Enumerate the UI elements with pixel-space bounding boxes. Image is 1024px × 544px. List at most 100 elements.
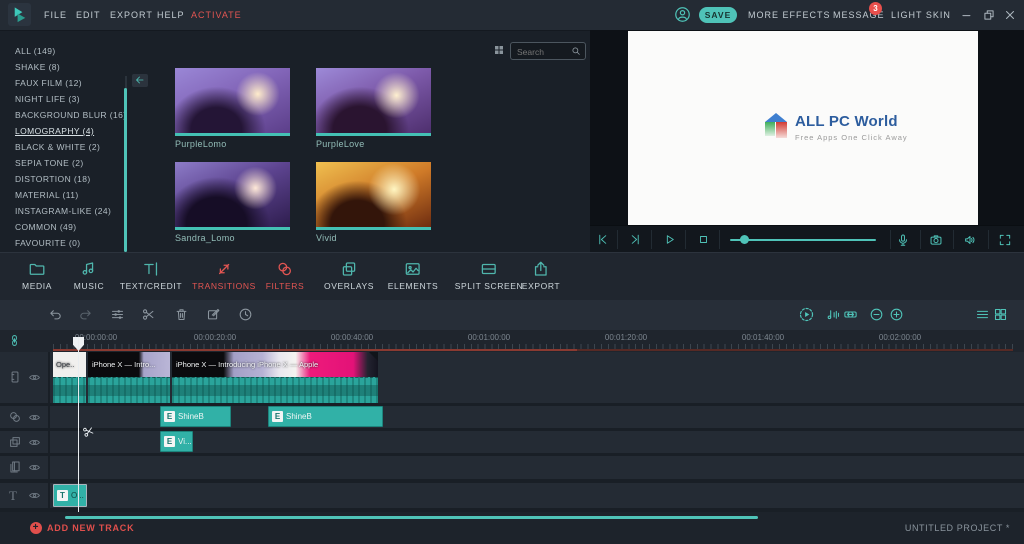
audio-mixer-button[interactable] bbox=[826, 307, 841, 322]
filter-thumbnail-purplelove[interactable] bbox=[316, 68, 431, 136]
app-logo-icon bbox=[8, 3, 31, 26]
video-track-header bbox=[0, 352, 48, 403]
play-button[interactable] bbox=[663, 233, 676, 246]
tab-filters[interactable]: FILTERS bbox=[266, 260, 305, 291]
search-box bbox=[510, 42, 586, 61]
playhead-line[interactable] bbox=[78, 337, 79, 512]
close-icon bbox=[1003, 8, 1017, 22]
export-icon bbox=[532, 260, 550, 278]
view-mode-button[interactable] bbox=[993, 307, 1008, 322]
video-clip-iphone-intro[interactable]: iPhone X — Intro... bbox=[88, 352, 170, 403]
eye-icon[interactable] bbox=[28, 411, 41, 424]
media-toolbar: MEDIA MUSIC TEXT/CREDIT TRANSITIONS FILT… bbox=[0, 252, 1024, 544]
stop-button[interactable] bbox=[697, 233, 710, 246]
filter-thumbnail-sandralomo[interactable] bbox=[175, 162, 290, 230]
edit-button[interactable] bbox=[206, 307, 221, 322]
eye-icon[interactable] bbox=[28, 461, 41, 474]
video-clip-opener[interactable]: Ope.. bbox=[53, 352, 86, 403]
save-button[interactable]: SAVE bbox=[699, 7, 737, 23]
sidebar-item-shake[interactable]: SHAKE (8) bbox=[15, 62, 60, 76]
pip-track[interactable] bbox=[50, 431, 1024, 453]
track-manager-button[interactable] bbox=[975, 307, 990, 322]
elements-track-icon bbox=[8, 460, 22, 474]
sidebar-item-instagram-like[interactable]: INSTAGRAM-LIKE (24) bbox=[15, 206, 111, 220]
minimize-button[interactable] bbox=[960, 8, 974, 22]
view-grid-button[interactable] bbox=[493, 44, 505, 56]
menu-export[interactable]: EXPORT bbox=[110, 0, 153, 30]
zoom-in-button[interactable] bbox=[889, 307, 904, 322]
menu-file[interactable]: FILE bbox=[44, 0, 67, 30]
menu-activate[interactable]: ACTIVATE bbox=[191, 0, 242, 30]
sidebar-item-all[interactable]: ALL (149) bbox=[15, 46, 56, 60]
sidebar-item-distortion[interactable]: DISTORTION (18) bbox=[15, 174, 91, 188]
elements-track[interactable] bbox=[50, 456, 1024, 479]
text-track[interactable] bbox=[50, 483, 1024, 508]
eye-icon[interactable] bbox=[28, 371, 41, 384]
filter-thumbnail-purplelomo[interactable] bbox=[175, 68, 290, 136]
sidebar-item-black-white[interactable]: BLACK & WHITE (2) bbox=[15, 142, 100, 156]
redo-button[interactable] bbox=[78, 307, 93, 322]
sidebar-item-material[interactable]: MATERIAL (11) bbox=[15, 190, 79, 204]
tab-elements[interactable]: ELEMENTS bbox=[388, 260, 439, 291]
eye-icon[interactable] bbox=[28, 489, 41, 502]
tab-music[interactable]: MUSIC bbox=[74, 260, 104, 291]
text-badge: T bbox=[57, 490, 68, 501]
undo-button[interactable] bbox=[48, 307, 63, 322]
timeline-tracks: T Ope.. iPhone X — Intro... iPhone X — I… bbox=[0, 352, 1024, 512]
effect-clip-shineb-2[interactable]: E ShineB bbox=[268, 406, 383, 427]
sidebar-item-background-blur[interactable]: BACKGROUND BLUR (16) bbox=[15, 110, 126, 124]
add-new-track-button[interactable]: + ADD NEW TRACK bbox=[30, 522, 134, 534]
record-voiceover-button[interactable] bbox=[896, 233, 910, 247]
tab-overlays[interactable]: OVERLAYS bbox=[324, 260, 374, 291]
seek-slider-thumb[interactable] bbox=[740, 235, 749, 244]
tab-transitions[interactable]: TRANSITIONS bbox=[192, 260, 256, 291]
sidebar-item-common[interactable]: COMMON (49) bbox=[15, 222, 77, 236]
tab-export[interactable]: EXPORT bbox=[522, 260, 560, 291]
preview-panel: ALL PC World Free Apps One Click Away bbox=[590, 30, 1024, 225]
play-icon bbox=[663, 233, 676, 246]
filter-thumbnail-vivid[interactable] bbox=[316, 162, 431, 230]
timeline-horizontal-scrollbar[interactable] bbox=[65, 516, 758, 519]
zoom-out-button[interactable] bbox=[869, 307, 884, 322]
fullscreen-button[interactable] bbox=[998, 233, 1012, 247]
render-preview-button[interactable] bbox=[798, 306, 815, 323]
delete-button[interactable] bbox=[174, 307, 189, 322]
split-button[interactable] bbox=[141, 307, 156, 322]
music-icon bbox=[80, 260, 98, 278]
pip-clip-vi[interactable]: E Vi... bbox=[160, 431, 193, 452]
sidebar-item-sepia-tone[interactable]: SEPIA TONE (2) bbox=[15, 158, 84, 172]
link-tracks-button[interactable] bbox=[8, 334, 21, 347]
light-skin-button[interactable]: LIGHT SKIN bbox=[891, 0, 951, 30]
volume-button[interactable] bbox=[963, 233, 977, 247]
sidebar-item-faux-film[interactable]: FAUX FILM (12) bbox=[15, 78, 82, 92]
next-frame-button[interactable] bbox=[629, 233, 642, 246]
tab-text-credit[interactable]: TEXT/CREDIT bbox=[120, 260, 182, 291]
sidebar-scrollbar[interactable] bbox=[124, 88, 127, 252]
previous-frame-button[interactable] bbox=[596, 233, 609, 246]
search-input[interactable] bbox=[515, 43, 575, 61]
ruler-label: 00:00:40:00 bbox=[330, 333, 374, 342]
seek-slider[interactable] bbox=[730, 239, 876, 241]
edit-icon bbox=[206, 307, 221, 322]
adjust-button[interactable] bbox=[110, 307, 125, 322]
sidebar-item-lomography[interactable]: LOMOGRAPHY (4) bbox=[15, 126, 94, 140]
maximize-button[interactable] bbox=[982, 8, 996, 22]
sidebar-item-night-life[interactable]: NIGHT LIFE (3) bbox=[15, 94, 80, 108]
text-clip-opener[interactable]: T O... bbox=[53, 484, 87, 507]
tab-split-screen[interactable]: SPLIT SCREEN bbox=[455, 260, 523, 291]
zoom-fit-button[interactable] bbox=[843, 307, 858, 322]
expand-icon bbox=[998, 233, 1012, 247]
duration-button[interactable] bbox=[238, 307, 253, 322]
effect-clip-shineb-1[interactable]: E ShineB bbox=[160, 406, 231, 427]
menu-help[interactable]: HELP bbox=[157, 0, 185, 30]
sidebar-item-favourite[interactable]: FAVOURITE (0) bbox=[15, 238, 81, 252]
close-button[interactable] bbox=[1003, 8, 1017, 22]
more-effects-button[interactable]: MORE EFFECTS bbox=[748, 0, 831, 30]
eye-icon[interactable] bbox=[28, 436, 41, 449]
tab-media[interactable]: MEDIA bbox=[22, 260, 52, 291]
account-button[interactable] bbox=[674, 6, 691, 23]
snapshot-button[interactable] bbox=[929, 233, 943, 247]
menu-edit[interactable]: EDIT bbox=[76, 0, 101, 30]
collapse-sidebar-button[interactable] bbox=[132, 74, 148, 87]
video-clip-iphone-apple[interactable]: iPhone X — Introducing iPhone X — Apple bbox=[172, 352, 378, 403]
